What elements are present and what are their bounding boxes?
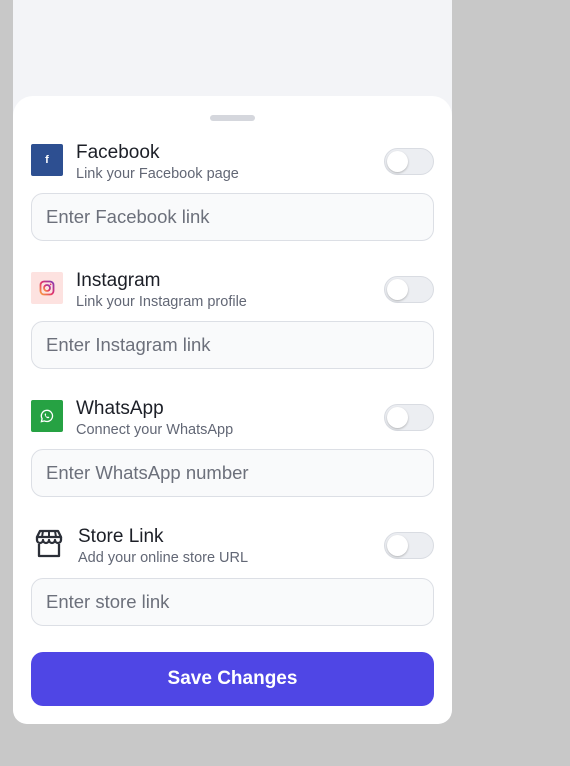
whatsapp-row: WhatsApp Connect your WhatsApp — [31, 398, 434, 442]
store-link-input[interactable] — [31, 578, 434, 626]
facebook-subtitle: Link your Facebook page — [76, 166, 239, 182]
store-icon — [35, 529, 63, 558]
facebook-icon: f — [31, 144, 63, 176]
instagram-row: Instagram Link your Instagram profile — [31, 270, 434, 314]
instagram-toggle[interactable] — [384, 276, 434, 303]
facebook-icon-glyph: f — [45, 154, 49, 166]
facebook-title: Facebook — [76, 142, 160, 163]
facebook-link-input[interactable] — [31, 193, 434, 241]
instagram-icon — [31, 272, 63, 304]
sheet-drag-handle[interactable] — [210, 115, 255, 121]
store-link-row: Store Link Add your online store URL — [31, 526, 434, 570]
whatsapp-toggle[interactable] — [384, 404, 434, 431]
whatsapp-title: WhatsApp — [76, 398, 164, 419]
facebook-toggle[interactable] — [384, 148, 434, 175]
store-link-toggle[interactable] — [384, 532, 434, 559]
facebook-row: f Facebook Link your Facebook page — [31, 142, 434, 186]
phone-screen: f Facebook Link your Facebook page Enter… — [13, 0, 452, 724]
store-link-subtitle: Add your online store URL — [78, 550, 249, 566]
instagram-link-input[interactable] — [31, 321, 434, 369]
whatsapp-subtitle: Connect your WhatsApp — [76, 422, 234, 438]
social-links-sheet: f Facebook Link your Facebook page Enter… — [13, 96, 452, 724]
instagram-title: Instagram — [76, 270, 161, 291]
toggle-knob — [387, 535, 408, 556]
toggle-knob — [387, 279, 408, 300]
whatsapp-icon — [31, 400, 63, 432]
store-link-title: Store Link — [78, 526, 164, 547]
whatsapp-number-input[interactable] — [31, 449, 434, 497]
toggle-knob — [387, 407, 408, 428]
toggle-knob — [387, 151, 408, 172]
instagram-subtitle: Link your Instagram profile — [76, 294, 247, 310]
save-changes-button[interactable]: Save Changes — [31, 652, 434, 706]
